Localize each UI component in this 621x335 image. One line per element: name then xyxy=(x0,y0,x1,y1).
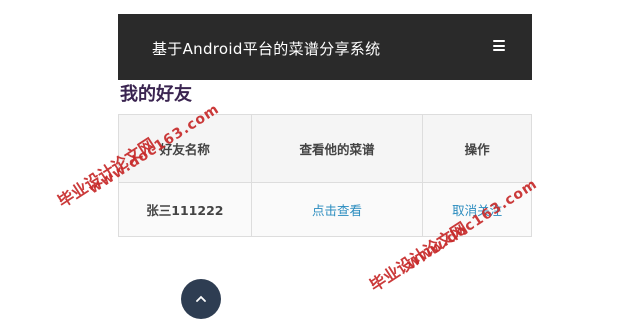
app-title: 基于Android平台的菜谱分享系统 xyxy=(152,40,381,58)
chevron-up-icon xyxy=(196,295,206,302)
app-header: 基于Android平台的菜谱分享系统 xyxy=(118,14,532,80)
friend-name-cell: 张三111222 xyxy=(118,182,252,237)
scroll-to-top-button[interactable] xyxy=(181,279,221,319)
column-header-view-recipes: 查看他的菜谱 xyxy=(250,114,424,183)
view-recipes-link[interactable]: 点击查看 xyxy=(312,203,362,218)
hamburger-menu-icon[interactable] xyxy=(493,40,505,51)
page-title: 我的好友 xyxy=(120,84,192,105)
column-header-actions: 操作 xyxy=(422,114,532,183)
view-recipes-cell: 点击查看 xyxy=(250,182,424,237)
